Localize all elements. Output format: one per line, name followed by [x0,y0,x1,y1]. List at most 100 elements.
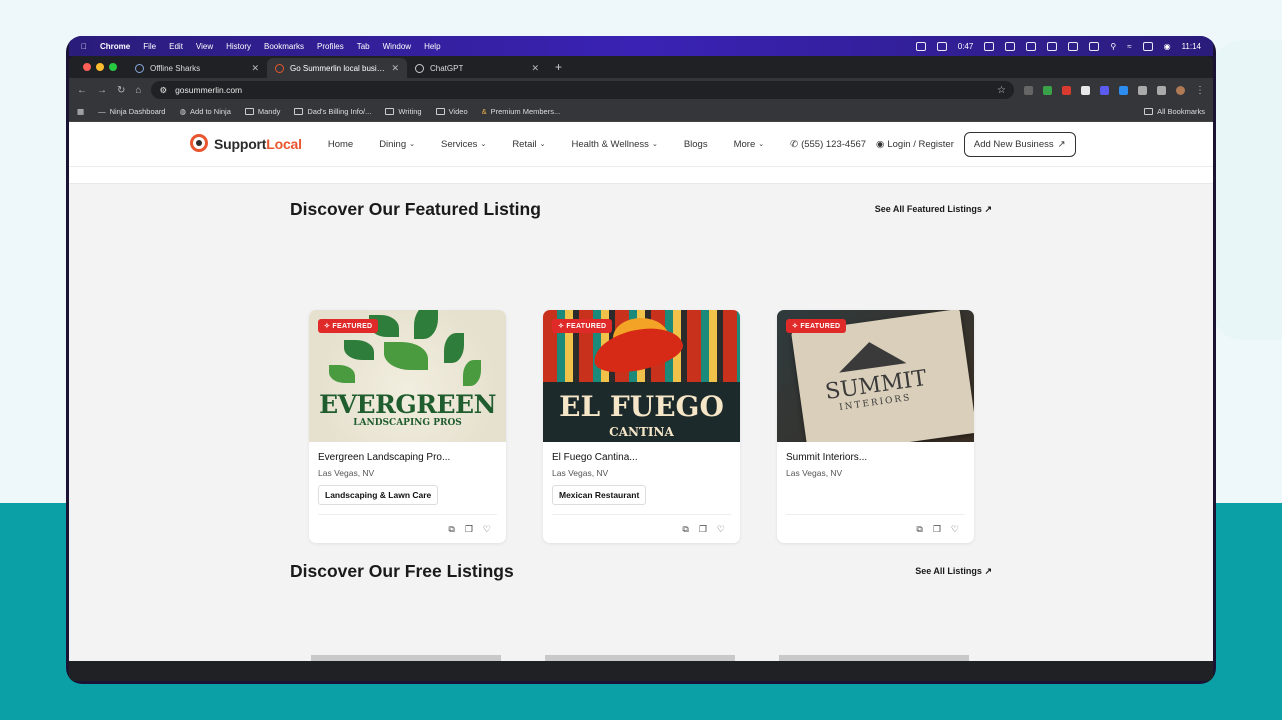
extension-icon[interactable] [1024,85,1033,95]
forward-icon[interactable]: → [97,85,107,96]
site-settings-icon[interactable]: ⚙ [159,85,167,96]
menubar-clock[interactable]: 11:14 [1182,42,1201,51]
bookmark-add-to-ninja[interactable]: ◍ Add to Ninja [179,107,230,116]
nav-more[interactable]: More ⌄ [734,139,765,150]
home-icon[interactable]: ⌂ [135,85,141,96]
nav-blogs[interactable]: Blogs [684,139,708,150]
tab-chatgpt[interactable]: ChatGPT ✕ [407,58,547,78]
status-app-icon[interactable] [1068,41,1079,51]
status-app-icon[interactable] [1089,41,1100,51]
apple-icon[interactable]:  [81,42,87,51]
battery-icon[interactable] [1142,41,1153,51]
url-text[interactable]: gosummerlin.com [175,85,242,95]
nav-home[interactable]: Home [328,139,353,150]
back-icon[interactable]: ← [77,85,87,96]
listing-name[interactable]: Summit Interiors... [786,452,965,463]
menu-view[interactable]: View [196,42,213,51]
login-register-link[interactable]: ◉ Login / Register [876,139,954,150]
open-external-icon[interactable]: ⧉ [448,524,454,535]
extension-icon[interactable] [1119,85,1128,95]
see-all-listings-link[interactable]: See All Listings ↗ [915,566,992,577]
globe-icon: ◍ [179,107,187,116]
menu-edit[interactable]: Edit [169,42,183,51]
menu-window[interactable]: Window [383,42,411,51]
menu-help[interactable]: Help [424,42,440,51]
listing-name[interactable]: Evergreen Landscaping Pro... [318,452,497,463]
extensions-puzzle-icon[interactable] [1138,85,1147,95]
recording-timer[interactable]: 0:47 [958,42,974,51]
listing-card-el-fuego[interactable]: EL FUEGO CANTINA ✧ FEATURED El Fuego Can… [543,310,740,543]
reload-icon[interactable]: ↻ [117,85,125,96]
open-external-icon[interactable]: ⧉ [682,524,688,535]
bookmark-writing[interactable]: Writing [385,107,422,116]
menu-bookmarks[interactable]: Bookmarks [264,42,304,51]
listing-image[interactable]: EL FUEGO CANTINA ✧ FEATURED [543,310,740,442]
tab-go-summerlin[interactable]: Go Summerlin local businesses ✕ [267,58,407,78]
status-app-icon[interactable] [984,41,995,51]
extension-icon[interactable] [1081,85,1090,95]
bookmark-premium-members[interactable]: & Premium Members... [482,107,561,116]
profile-avatar[interactable] [1176,85,1185,95]
listing-card-evergreen[interactable]: EVERGREEN LANDSCAPING PROS ✧ FEATURED Ev… [309,310,506,543]
menu-file[interactable]: File [143,42,156,51]
listing-name[interactable]: El Fuego Cantina... [552,452,731,463]
listing-image[interactable]: SUMMIT INTERIORS ✧ FEATURED [777,310,974,442]
site-logo[interactable]: SupportLocal [190,134,302,154]
compare-icon[interactable]: ❐ [933,524,941,535]
tab-offline-sharks[interactable]: Offline Sharks ✕ [127,58,267,78]
kebab-menu-icon[interactable]: ⋮ [1195,85,1205,96]
chevron-down-icon: ⌄ [480,141,487,148]
add-new-business-button[interactable]: Add New Business ↗ [963,131,1076,157]
extension-icon[interactable] [1100,85,1109,95]
bookmark-video[interactable]: Video [435,107,468,116]
all-bookmarks[interactable]: All Bookmarks [1144,107,1205,116]
status-app-icon[interactable] [915,41,926,51]
heart-icon[interactable]: ♡ [717,524,725,535]
bookmark-ninja-dashboard[interactable]: — Ninja Dashboard [98,107,165,116]
bookmark-mandy[interactable]: Mandy [244,107,280,116]
apps-grid-icon[interactable]: ▦ [77,107,84,116]
compare-icon[interactable]: ❐ [465,524,473,535]
menu-profiles[interactable]: Profiles [317,42,344,51]
free-listing-card-peek[interactable] [545,655,735,661]
phone-link[interactable]: ✆ (555) 123-4567 [790,139,866,150]
free-listing-card-peek[interactable] [779,655,969,661]
status-app-icon[interactable] [1005,41,1016,51]
nav-dining[interactable]: Dining ⌄ [379,139,415,150]
bookmark-star-icon[interactable]: ☆ [997,85,1006,96]
control-center-icon[interactable]: ◉ [1164,42,1171,51]
close-icon[interactable]: ✕ [531,63,539,74]
heart-icon[interactable]: ♡ [951,524,959,535]
status-app-icon[interactable] [1047,41,1058,51]
status-app-icon[interactable] [1026,41,1037,51]
menu-history[interactable]: History [226,42,251,51]
side-panel-icon[interactable] [1157,85,1166,95]
status-app-icon[interactable] [936,41,947,51]
compare-icon[interactable]: ❐ [699,524,707,535]
wifi-icon[interactable]: ≈ [1127,42,1131,51]
new-tab-button[interactable]: + [555,60,562,74]
heart-icon[interactable]: ♡ [483,524,491,535]
nav-health-wellness[interactable]: Health & Wellness ⌄ [571,139,657,150]
see-all-featured-link[interactable]: See All Featured Listings ↗ [875,204,992,215]
nav-retail[interactable]: Retail ⌄ [512,139,545,150]
bookmark-dads-billing[interactable]: Dad's Billing Info/... [294,107,371,116]
close-icon[interactable]: ✕ [391,63,399,74]
listing-category-tag[interactable]: Mexican Restaurant [552,485,647,505]
minimize-window-button[interactable] [96,63,104,71]
listing-image[interactable]: EVERGREEN LANDSCAPING PROS ✧ FEATURED [309,310,506,442]
address-bar[interactable]: ⚙ gosummerlin.com ☆ [151,81,1014,99]
menu-tab[interactable]: Tab [357,42,370,51]
extension-icon[interactable] [1062,85,1071,95]
listing-card-summit[interactable]: SUMMIT INTERIORS ✧ FEATURED Summit Inter… [777,310,974,543]
open-external-icon[interactable]: ⧉ [916,524,922,535]
menu-chrome[interactable]: Chrome [100,42,130,51]
close-icon[interactable]: ✕ [251,63,259,74]
nav-services[interactable]: Services ⌄ [441,139,486,150]
close-window-button[interactable] [83,63,91,71]
free-listing-card-peek[interactable] [311,655,501,661]
search-icon[interactable]: ⚲ [1110,42,1116,51]
extension-icon[interactable] [1043,85,1052,95]
listing-category-tag[interactable]: Landscaping & Lawn Care [318,485,439,505]
maximize-window-button[interactable] [109,63,117,71]
